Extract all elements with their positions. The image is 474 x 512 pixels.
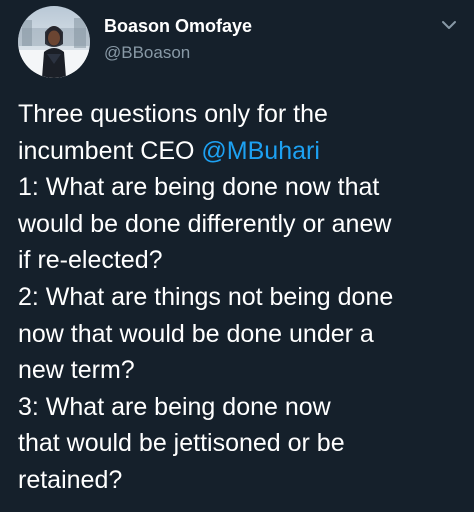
author-handle[interactable]: @BBoason <box>104 42 190 64</box>
tweet-line: new term? <box>18 356 135 385</box>
author-display-name[interactable]: Boason Omofaye <box>104 15 252 37</box>
tweet-line: would be done differently or anew <box>18 209 392 238</box>
tweet-line: 1: What are being done now that <box>18 173 380 202</box>
chevron-down-icon[interactable] <box>438 14 460 36</box>
tweet-line: that would be jettisoned or be <box>18 429 345 458</box>
tweet-line: 3: What are being done now <box>18 392 331 421</box>
tweet-line: now that would be done under a <box>18 319 374 348</box>
tweet-text: Three questions only for the incumbent C… <box>18 96 464 499</box>
avatar-photo-icon <box>18 6 90 78</box>
tweet-line-with-mention: incumbent CEO @MBuhari <box>18 133 464 170</box>
mention-link[interactable]: @MBuhari <box>201 137 319 165</box>
tweet-line: Three questions only for the <box>18 100 328 128</box>
tweet-line-text: incumbent CEO <box>18 136 202 165</box>
tweet-card: Boason Omofaye @BBoason Three questions … <box>0 0 474 512</box>
tweet-line: if re-elected? <box>18 246 163 275</box>
tweet-line: 2: What are things not being done <box>18 282 394 311</box>
avatar[interactable] <box>18 6 90 78</box>
tweet-line: retained? <box>18 465 123 494</box>
